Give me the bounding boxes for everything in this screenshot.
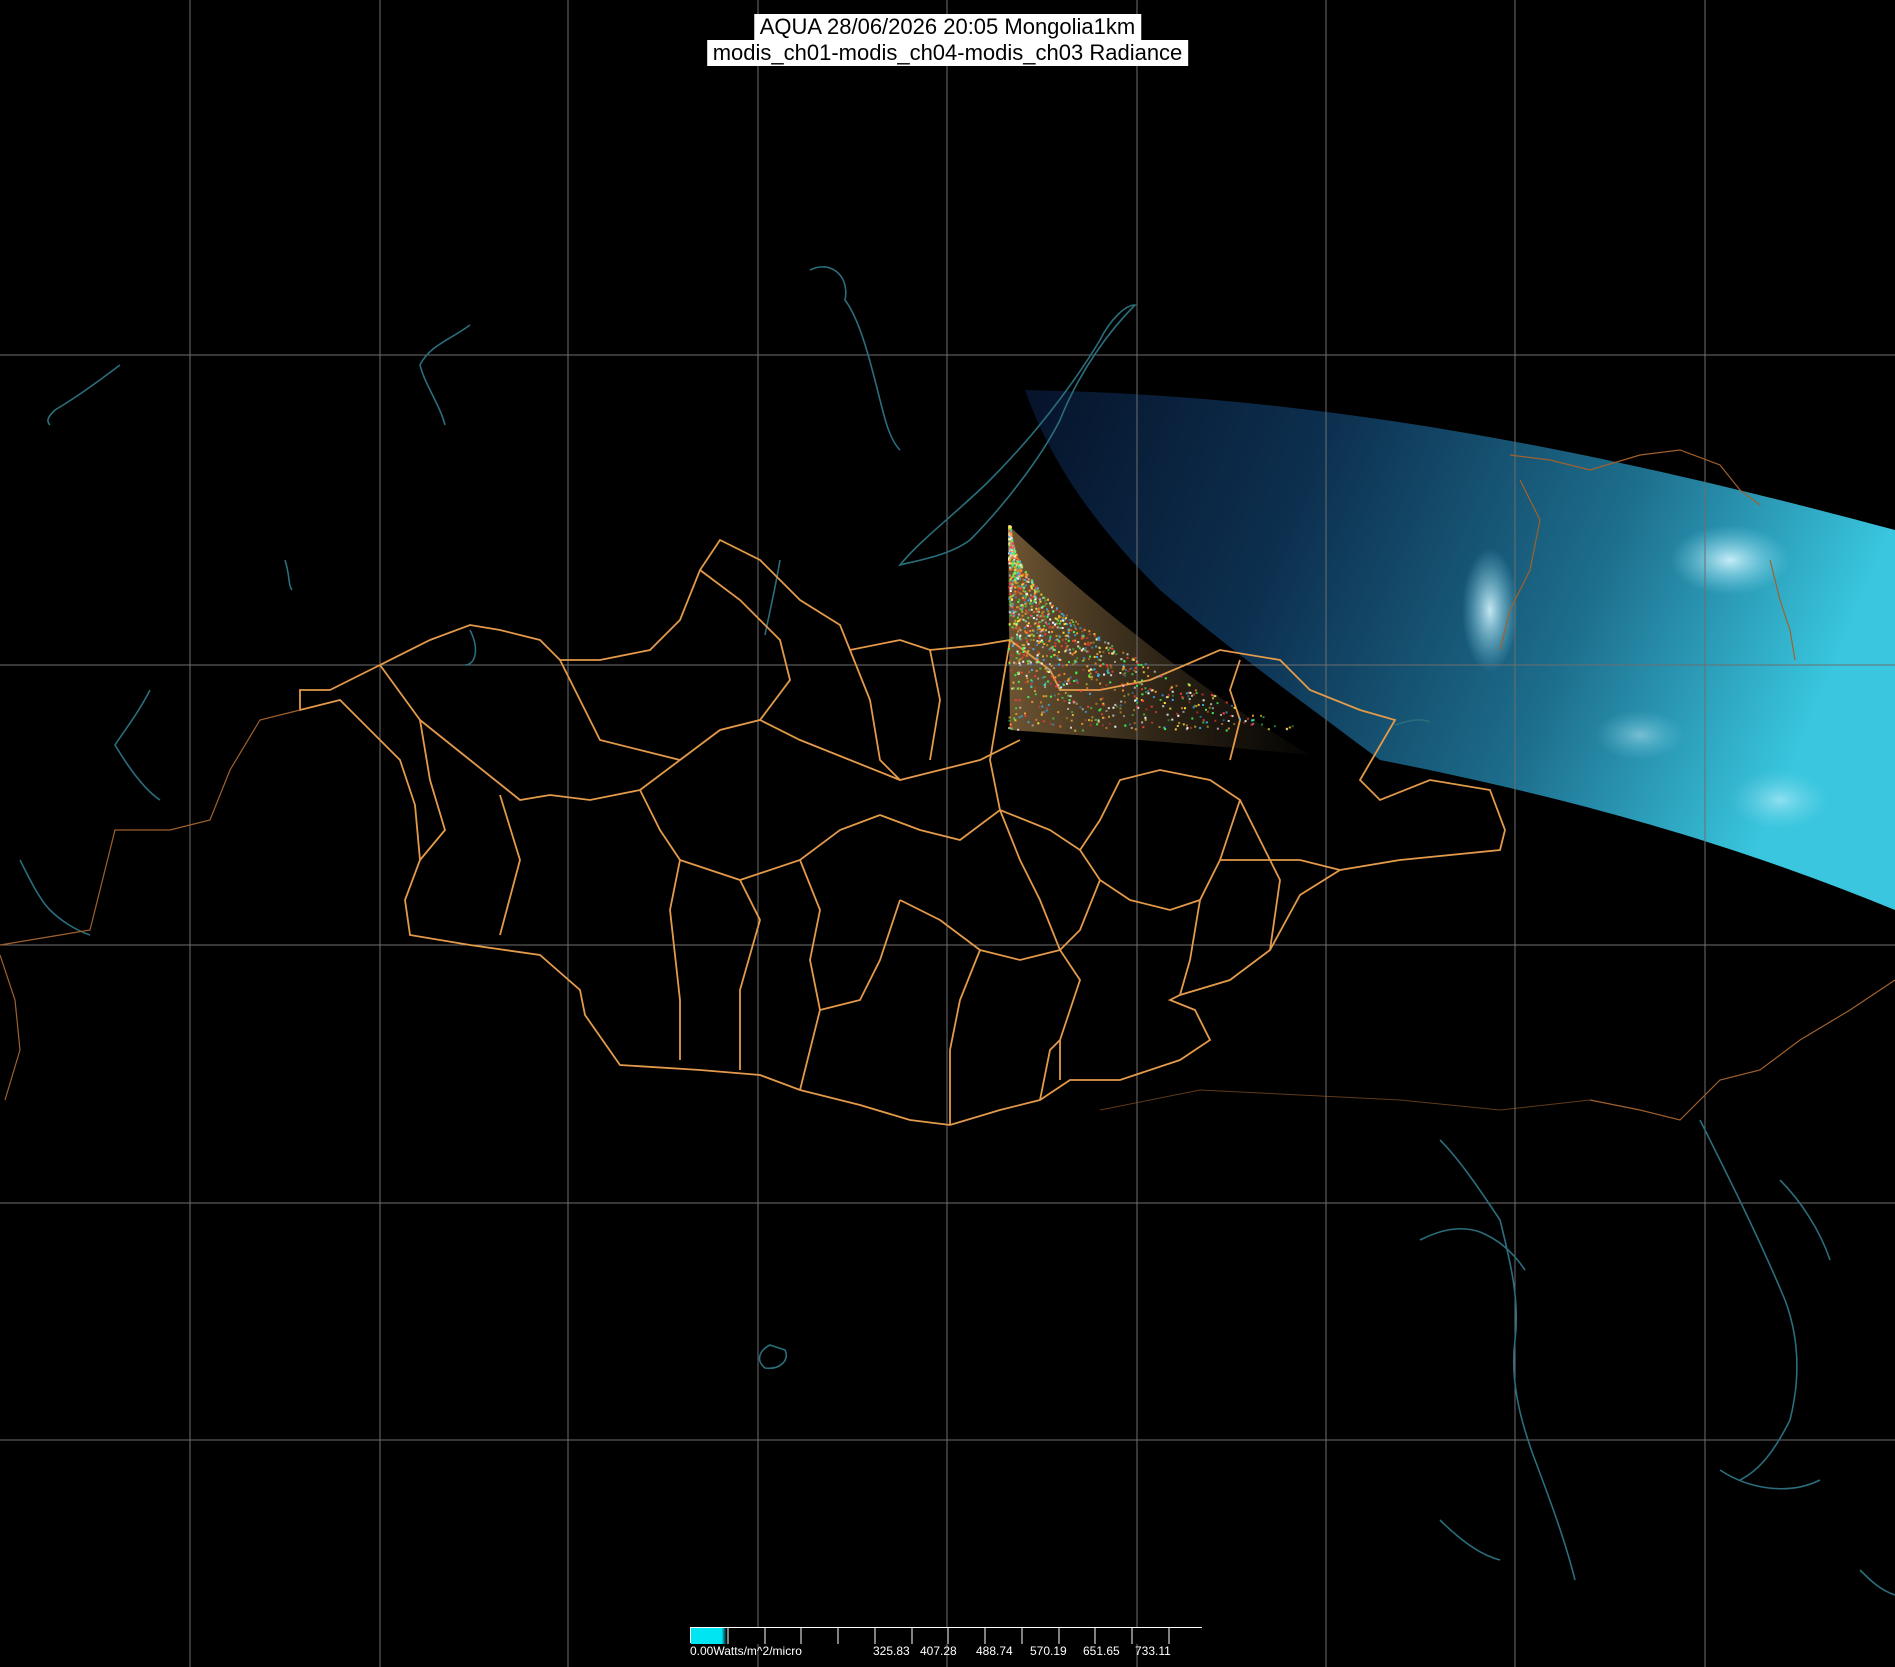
colorbar-ramp-graphic — [691, 1628, 1203, 1644]
colorbar-labels: 0.00Watts/m^2/micro 325.83 407.28 488.74… — [690, 1644, 1202, 1660]
graticule-grid — [0, 0, 1895, 1667]
colorbar-tick-label: 570.19 — [1030, 1644, 1067, 1658]
colorbar-ramp — [690, 1627, 1203, 1644]
colorbar-unit-label: 0.00Watts/m^2/micro — [690, 1644, 802, 1658]
map-subtitle: modis_ch01-modis_ch04-modis_ch03 Radianc… — [706, 40, 1189, 66]
map-canvas — [0, 0, 1895, 1667]
colorbar-legend: 0.00Watts/m^2/micro 325.83 407.28 488.74… — [690, 1627, 1203, 1661]
colorbar-tick-label: 733.11 — [1135, 1644, 1171, 1658]
satellite-swath — [1025, 390, 1895, 910]
colorbar-tick-label: 407.28 — [920, 1644, 957, 1658]
colorbar-tick-label: 488.74 — [976, 1644, 1013, 1658]
colorbar-tick-label: 325.83 — [873, 1644, 910, 1658]
map-title: AQUA 28/06/2026 20:05 Mongolia1km — [753, 14, 1142, 40]
colorbar-tick-label: 651.65 — [1083, 1644, 1120, 1658]
